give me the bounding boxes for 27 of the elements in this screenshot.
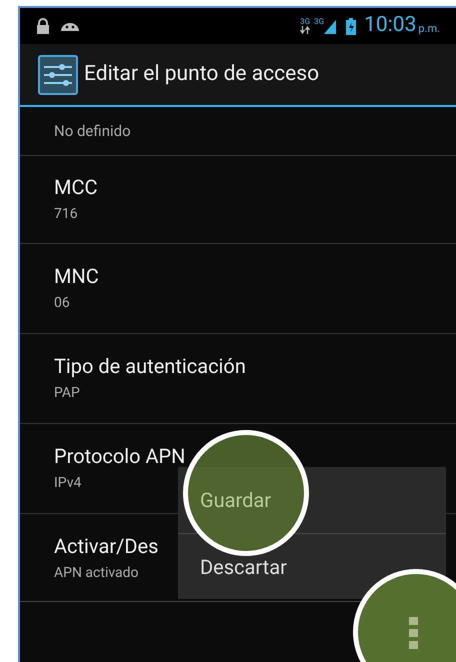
overflow-menu-icon[interactable] (409, 617, 418, 649)
network-label: 3G (300, 18, 310, 26)
battery-icon (346, 18, 356, 34)
signal-icon (324, 18, 336, 34)
setting-row[interactable]: MCC 716 (20, 156, 456, 244)
setting-title: Protocolo APN (54, 443, 186, 469)
data-arrows-icon (300, 26, 310, 34)
clock: 10:03 (364, 12, 416, 40)
settings-icon[interactable] (38, 54, 78, 94)
menu-item-label: Guardar (200, 487, 272, 514)
setting-title: Tipo de autenticación (54, 353, 246, 379)
setting-value: PAP (54, 384, 80, 403)
setting-title: MNC (54, 263, 99, 289)
screen-title: Editar el punto de acceso (84, 60, 320, 88)
setting-value: No definido (54, 120, 131, 142)
network-label: 3G (314, 18, 324, 26)
setting-value: 716 (54, 205, 78, 224)
setting-value: APN activado (54, 564, 139, 583)
setting-row[interactable]: MNC 06 (20, 244, 456, 334)
clock-suffix: p.m. (418, 20, 440, 37)
setting-value: 06 (54, 294, 70, 313)
lock-icon (36, 18, 50, 34)
setting-row[interactable]: Tipo de autenticación PAP (20, 334, 456, 424)
setting-title: MCC (54, 174, 98, 200)
setting-value: IPv4 (54, 474, 82, 493)
robot-icon (60, 20, 80, 32)
setting-title: Activar/Des (54, 533, 158, 559)
